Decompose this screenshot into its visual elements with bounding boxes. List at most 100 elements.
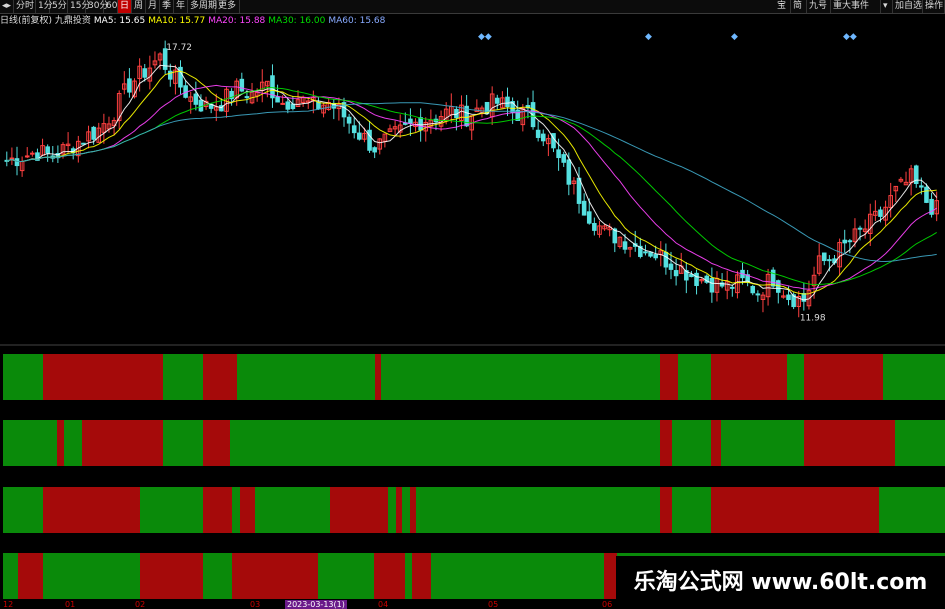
toolbar-btn-12[interactable]: 多周期 [188,0,217,13]
high-label: 17.72 [166,43,192,53]
candle-body [418,117,423,131]
signal-segment [202,354,237,400]
signal-segment [659,354,679,400]
toolbar: ◂▸ 分时 1分 5分 15分 30分 60分日周月季年多周期 更多 宝简九号 重大事件 ▾ 加自选操… [0,0,945,14]
toolbar-btn-2[interactable]: 1分 [36,0,53,13]
signal-segment [254,487,330,533]
candle-body [357,132,362,140]
price-chart[interactable]: 17.7211.98◆◆ ◆ ◆ ◆◆ [0,27,945,347]
candle-body [45,146,50,154]
candle-body [556,149,561,159]
toolbar-btn-5[interactable]: 30分 [86,0,108,13]
toolbar-right-btn-3[interactable]: 重大事件 [831,0,881,13]
signal-segment [82,420,164,466]
candle-body [673,270,679,277]
candle-body [643,251,648,254]
signal-segment [402,487,410,533]
toolbar-right-btn-4[interactable]: ▾ [881,0,893,13]
signal-row-1 [3,354,945,400]
signal-segment [879,487,945,533]
candle-body [239,78,245,92]
signal-segment [671,420,712,466]
candle-body [581,200,587,216]
signal-segment [231,553,318,599]
candle-body [81,142,86,145]
candle-body [244,96,250,99]
candle-body [127,78,132,93]
candle-body [142,68,148,78]
signal-segment [163,420,203,466]
candle-body [290,103,296,110]
candle-body [694,272,699,286]
toolbar-btn-3[interactable]: 5分 [50,0,68,13]
candle-body [842,239,848,244]
signal-segment [42,354,164,400]
toolbar-right-btn-5[interactable]: 加自选 [893,0,923,13]
signal-segment [411,553,431,599]
signal-segment [3,553,19,599]
signal-segment [42,487,140,533]
signal-segment [329,487,389,533]
signal-segment [231,487,241,533]
signal-segment [395,487,403,533]
candle-body [14,158,20,167]
event-marker: ◆ [645,32,652,42]
candle-body [372,147,377,153]
signal-segment [42,553,140,599]
candle-body [351,125,357,134]
axis-label: 04 [378,600,389,609]
toolbar-btn-11[interactable]: 年 [174,0,188,13]
candle-body [346,116,352,124]
candle-body [576,177,582,204]
toolbar-btn-4[interactable]: 15分 [68,0,90,13]
ma-legend: 日线(前复权) 九鼎投资 MA5: 15.65 MA10: 15.77 MA20: 1… [0,15,388,27]
toolbar-btn-13[interactable]: 更多 [216,0,240,13]
candle-body [30,152,35,155]
signal-row-3 [3,487,945,533]
axis-label: 03 [250,600,261,609]
candle-body [847,240,853,243]
signal-segment [139,553,203,599]
low-label: 11.98 [800,314,826,324]
candle-body [24,155,30,158]
axis-label: 12 [3,600,14,609]
candle-body [919,185,924,188]
signal-segment [678,354,712,400]
signal-segment [711,354,787,400]
axis-label: 02 [135,600,146,609]
candle-body [91,126,96,140]
toolbar-btn-8[interactable]: 周 [132,0,146,13]
signal-segment [711,420,721,466]
toolbar-right-btn-6[interactable]: 操作 [923,0,945,13]
candle-body [821,252,827,262]
candle-body [663,251,669,268]
signal-segment [803,354,883,400]
toolbar-btn-6[interactable]: 60分 [104,0,126,13]
toolbar-right-btn-0[interactable]: 宝 [775,0,791,13]
toolbar-btn-9[interactable]: 月 [146,0,160,13]
candle-body [494,97,500,104]
axis-label: 2023-03-13(1) [285,600,347,609]
legend-ma20: MA20: 15.88 [208,16,266,26]
signal-segment [786,354,804,400]
signal-segment [659,487,672,533]
toolbar-btn-0[interactable]: ◂▸ [0,0,14,13]
signal-segment [236,354,376,400]
toolbar-btn-10[interactable]: 季 [160,0,174,13]
watermark: 乐淘公式网 www.60lt.com [616,556,945,609]
signal-segment [139,487,203,533]
signal-segment [415,487,660,533]
signal-segment [317,553,375,599]
toolbar-right-btn-1[interactable]: 简 [791,0,807,13]
toolbar-btn-1[interactable]: 分时 [14,0,36,13]
candle-body [275,96,280,103]
toolbar-btn-7[interactable]: 日 [118,0,132,13]
toolbar-right-btn-2[interactable]: 九号 [807,0,831,13]
signal-segment [671,487,712,533]
candle-body [540,133,546,142]
candle-body [668,263,674,270]
candle-body [827,259,832,262]
signal-segment [895,420,945,466]
candle-body [786,294,791,301]
axis-label: 06 [602,600,613,609]
